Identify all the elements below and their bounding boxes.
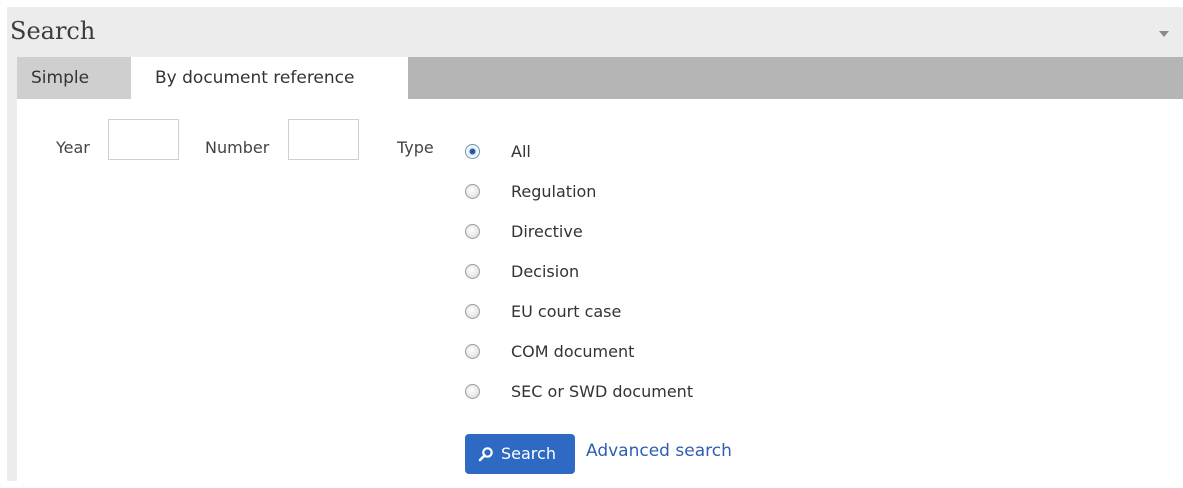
advanced-search-link[interactable]: Advanced search (586, 441, 732, 461)
radio-label: SEC or SWD document (511, 382, 694, 401)
radio-option-eu-court-case[interactable]: EU court case (465, 302, 865, 326)
type-label: Type (397, 138, 434, 157)
year-input[interactable] (108, 119, 179, 160)
radio-label: Directive (511, 222, 583, 241)
radio-button[interactable] (465, 224, 480, 239)
search-icon (478, 447, 493, 462)
radio-label: COM document (511, 342, 635, 361)
radio-option-com-document[interactable]: COM document (465, 342, 865, 366)
tab-bar: Simple By document reference (17, 57, 1183, 99)
chevron-down-icon[interactable] (1159, 31, 1169, 37)
tab-content: Year Number Type All Regulation Directiv… (17, 99, 1183, 481)
radio-option-sec-or-swd-document[interactable]: SEC or SWD document (465, 382, 865, 406)
radio-button[interactable] (465, 304, 480, 319)
search-button-label: Search (501, 444, 556, 463)
radio-button[interactable] (465, 144, 480, 159)
panel-header: Search (7, 7, 1183, 57)
tab-by-document-reference[interactable]: By document reference (131, 57, 408, 99)
year-label: Year (56, 138, 90, 157)
radio-label: EU court case (511, 302, 622, 321)
search-panel: Search Simple By document reference Year… (7, 7, 1183, 481)
search-button[interactable]: Search (465, 434, 575, 474)
number-label: Number (205, 138, 270, 157)
tab-simple[interactable]: Simple (17, 57, 131, 99)
radio-button[interactable] (465, 184, 480, 199)
radio-option-regulation[interactable]: Regulation (465, 182, 865, 206)
panel-title: Search (10, 17, 96, 45)
radio-option-directive[interactable]: Directive (465, 222, 865, 246)
radio-option-all[interactable]: All (465, 142, 865, 166)
radio-button[interactable] (465, 384, 480, 399)
radio-label: All (511, 142, 531, 161)
radio-label: Decision (511, 262, 580, 281)
radio-option-decision[interactable]: Decision (465, 262, 865, 286)
number-input[interactable] (288, 119, 359, 160)
radio-button[interactable] (465, 344, 480, 359)
radio-button[interactable] (465, 264, 480, 279)
radio-label: Regulation (511, 182, 597, 201)
